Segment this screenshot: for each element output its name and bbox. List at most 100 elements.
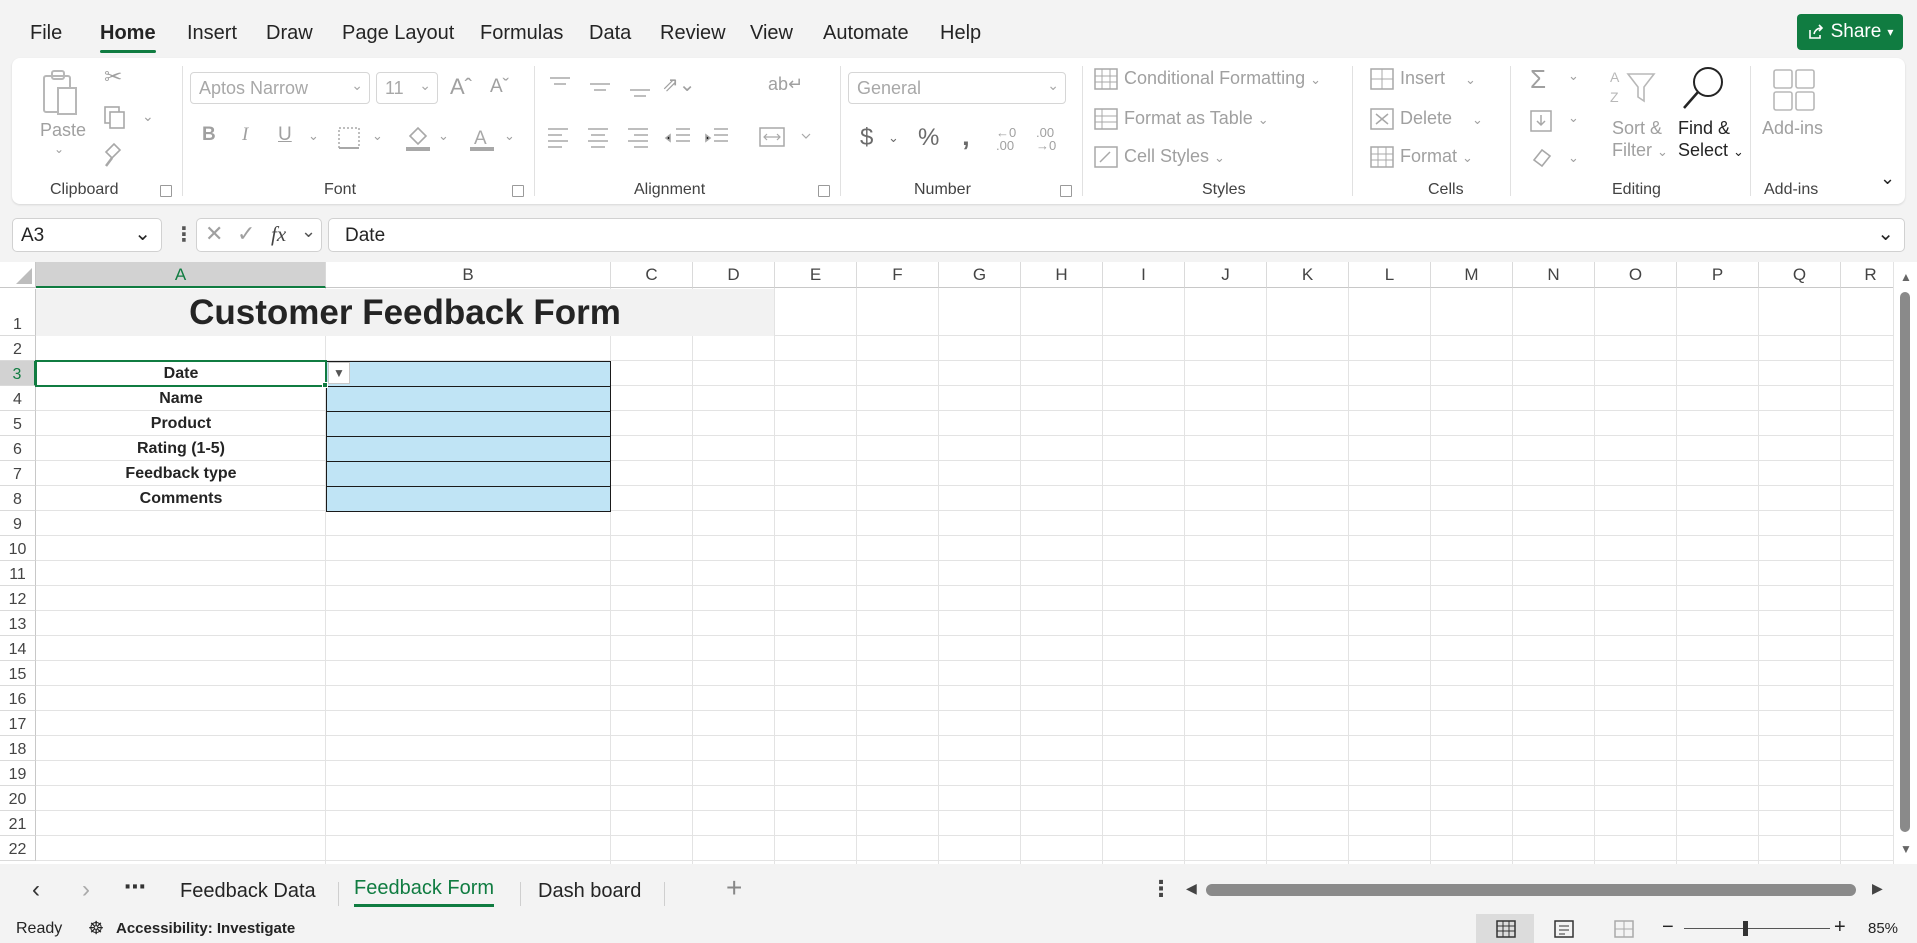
row-header-16[interactable]: 16 [0,686,36,711]
chevron-down-icon[interactable]: ⌄ [1568,68,1579,84]
chevron-down-icon[interactable]: ⌄ [888,130,899,146]
menu-tab-file[interactable]: File [30,22,62,45]
zoom-slider-track[interactable] [1684,928,1830,929]
select-all-corner[interactable] [0,262,36,288]
column-header-i[interactable]: I [1103,262,1185,288]
menu-tab-insert[interactable]: Insert [187,22,237,45]
input-date[interactable] [326,361,611,387]
menu-tab-data[interactable]: Data [589,22,631,45]
column-header-k[interactable]: K [1267,262,1349,288]
accessibility-icon[interactable]: ☸ [88,918,104,939]
more-sheets-icon[interactable]: ⋯ [124,874,146,900]
row-header-4[interactable]: 4 [0,386,36,411]
input-comments[interactable] [326,486,611,512]
sheet-tab-feedback-data[interactable]: Feedback Data [180,880,316,903]
page-break-view-icon[interactable] [1614,920,1634,938]
row-header-10[interactable]: 10 [0,536,36,561]
decrease-decimal-icon[interactable]: .00 →0 [1036,126,1056,152]
scroll-up-icon[interactable]: ▲ [1900,270,1912,284]
sort-filter-icon[interactable]: AZ [1608,68,1658,108]
scroll-down-icon[interactable]: ▼ [1900,842,1912,856]
column-header-p[interactable]: P [1677,262,1759,288]
column-header-d[interactable]: D [693,262,775,288]
row-header-9[interactable]: 9 [0,511,36,536]
sort-filter-button[interactable]: Sort & [1612,118,1662,139]
previous-sheet-icon[interactable]: ‹ [32,876,40,904]
scroll-right-icon[interactable]: ▶ [1872,880,1883,897]
horizontal-align-icons[interactable] [546,124,746,150]
comma-style-icon[interactable]: ‚ [962,120,970,152]
orientation-icon[interactable]: ⇗⌄ [662,72,696,97]
find-select-button[interactable]: Find & [1678,118,1730,139]
column-header-q[interactable]: Q [1759,262,1841,288]
row-header-17[interactable]: 17 [0,711,36,736]
row-header-8[interactable]: 8 [0,486,36,511]
label-comments[interactable]: Comments [36,486,326,511]
delete-cells-button[interactable]: Delete ⌄ [1400,108,1483,129]
label-product[interactable]: Product [36,411,326,436]
addins-icon[interactable] [1772,68,1816,112]
row-header-12[interactable]: 12 [0,586,36,611]
wrap-text-icon[interactable]: ab↵ [768,74,803,95]
row-header-2[interactable]: 2 [0,336,36,361]
borders-icon[interactable] [337,126,361,150]
menu-tab-review[interactable]: Review [660,22,726,45]
chevron-down-icon[interactable]: ⌄ [1568,110,1579,126]
insert-cells-button[interactable]: Insert ⌄ [1400,68,1476,89]
row-header-21[interactable]: 21 [0,811,36,836]
column-header-a[interactable]: A [36,262,326,288]
format-as-table-button[interactable]: Format as Table ⌄ [1124,108,1269,129]
font-color-icon[interactable]: A [468,124,496,152]
vertical-scroll-thumb[interactable] [1900,292,1910,832]
zoom-out-icon[interactable]: − [1662,916,1674,939]
number-format-select[interactable]: General ⌄ [848,72,1066,104]
worksheet-grid[interactable]: ABCDEFGHIJKLMNOPQR 1 2 3 4 5 6 7 8 9 10 11 12 13 14 15… [0,262,1917,864]
input-product[interactable] [326,411,611,437]
row-header-6[interactable]: 6 [0,436,36,461]
row-header-13[interactable]: 13 [0,611,36,636]
menu-tab-formulas[interactable]: Formulas [480,22,563,45]
column-header-j[interactable]: J [1185,262,1267,288]
scroll-left-icon[interactable]: ◀ [1186,880,1197,897]
chevron-down-icon[interactable]: ⌄ [54,142,64,156]
row-header-7[interactable]: 7 [0,461,36,486]
sheet-tab-dashboard[interactable]: Dash board [538,880,641,903]
dialog-launcher-icon[interactable] [160,185,172,197]
row-header-11[interactable]: 11 [0,561,36,586]
normal-view-button[interactable] [1476,914,1534,943]
insert-function-icon[interactable]: fx [271,222,286,247]
fill-icon[interactable] [1530,110,1552,132]
format-cells-icon[interactable] [1370,146,1394,168]
font-size-select[interactable]: 11 ⌄ [376,72,438,104]
row-header-15[interactable]: 15 [0,661,36,686]
italic-icon[interactable]: I [242,124,248,146]
next-sheet-icon[interactable]: › [82,876,90,904]
row-header-3[interactable]: 3 [0,361,36,386]
menu-tab-automate[interactable]: Automate [823,22,909,45]
chevron-down-icon[interactable]: ⌄ [372,128,383,144]
find-search-icon[interactable] [1680,64,1728,112]
column-header-f[interactable]: F [857,262,939,288]
row-header-14[interactable]: 14 [0,636,36,661]
percent-icon[interactable]: % [918,124,939,152]
sort-filter-button-line2[interactable]: Filter ⌄ [1612,140,1668,161]
expand-formula-icon[interactable]: ⌄ [1877,221,1894,246]
fill-color-icon[interactable] [404,124,432,152]
label-name[interactable]: Name [36,386,326,411]
cut-icon[interactable]: ✂ [104,64,122,90]
formula-input[interactable]: Date ⌄ [328,218,1905,252]
dialog-launcher-icon[interactable] [818,185,830,197]
autosum-icon[interactable]: Σ [1530,64,1546,95]
collapse-ribbon-icon[interactable]: ⌄ [1880,168,1895,189]
sheet-tab-feedback-form[interactable]: Feedback Form [354,877,495,907]
more-options-icon[interactable]: ⋮ [174,222,194,247]
cell-styles-icon[interactable] [1094,146,1118,168]
font-name-select[interactable]: Aptos Narrow ⌄ [190,72,370,104]
row-header-5[interactable]: 5 [0,411,36,436]
vertical-align-icons[interactable] [546,74,666,102]
find-select-button-line2[interactable]: Select ⌄ [1678,140,1744,161]
column-header-c[interactable]: C [611,262,693,288]
horizontal-scroll-thumb[interactable] [1206,884,1856,896]
cancel-icon[interactable]: ✕ [205,221,223,247]
dialog-launcher-icon[interactable] [1060,185,1072,197]
